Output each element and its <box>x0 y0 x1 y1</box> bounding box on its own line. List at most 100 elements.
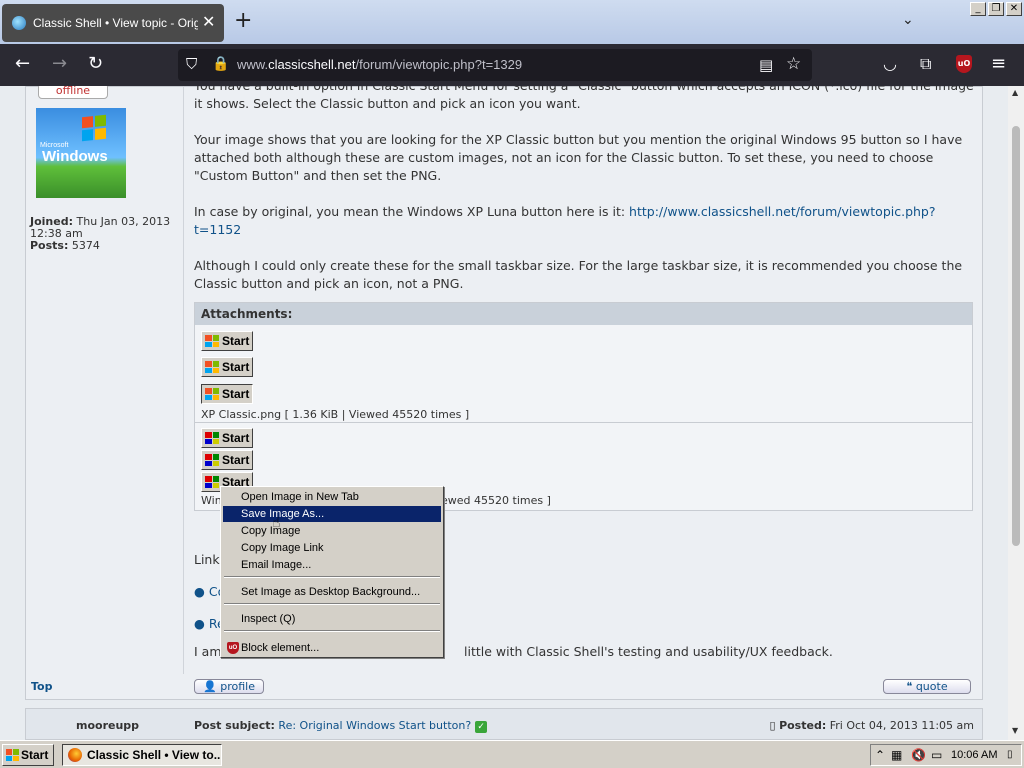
post-paragraph: Although I could only create these for t… <box>194 258 963 291</box>
post-paragraph: Your image shows that you are looking fo… <box>194 132 963 183</box>
online-status-badge: offline <box>38 86 108 99</box>
forum-post: offline Microsoft Windows Joined: Thu Ja… <box>25 86 983 679</box>
bookmark-star-icon[interactable]: ☆ <box>786 54 801 74</box>
post-author-column: offline Microsoft Windows Joined: Thu Ja… <box>26 86 184 679</box>
post-icon: ▯ <box>769 719 776 732</box>
browser-title-bar: Classic Shell • View topic - Original Wi… <box>0 0 1024 44</box>
menu-set-desktop-background[interactable]: Set Image as Desktop Background... <box>223 584 441 600</box>
menu-copy-image-link[interactable]: Copy Image Link <box>223 540 441 556</box>
tab-title: Classic Shell • View topic - Original Wi… <box>33 16 198 30</box>
menu-save-image-as[interactable]: Save Image As... <box>223 506 441 522</box>
quote-icon: ❝ <box>906 680 913 693</box>
next-post-subject-link[interactable]: Re: Original Windows Start button? <box>278 719 471 732</box>
menu-email-image[interactable]: Email Image... <box>223 557 441 573</box>
browser-nav-bar: ← → ↻ ⛉ 🔒 www.classicshell.net/forum/vie… <box>0 44 1024 86</box>
next-post-date: ▯ Posted: Fri Oct 04, 2013 11:05 am <box>769 719 975 732</box>
reader-view-icon[interactable]: ▤ <box>759 55 773 75</box>
lock-icon[interactable]: 🔒 <box>212 54 229 74</box>
windows-95-flag-icon <box>205 476 219 488</box>
avatar: Microsoft Windows <box>36 108 126 198</box>
author-info: Joined: Thu Jan 03, 2013 12:38 am Posts:… <box>30 216 180 252</box>
post-footer: Top 👤 profile ❝ quote <box>25 674 983 700</box>
post-paragraph: In case by original, you mean the Window… <box>194 204 936 237</box>
page-scrollbar[interactable]: ▲ ▼ <box>1008 86 1024 740</box>
menu-block-element[interactable]: uO Block element... <box>223 640 441 656</box>
windows-95-flag-icon <box>205 454 219 466</box>
site-favicon-icon <box>12 16 26 30</box>
new-tab-button[interactable]: + <box>234 8 252 33</box>
attachment-caption-end: ewed 45520 times ] <box>441 494 551 507</box>
ublock-icon: uO <box>227 642 239 654</box>
menu-copy-image[interactable]: Copy Image <box>223 523 441 539</box>
tray-expand-icon[interactable]: ⌃ <box>875 748 885 762</box>
profile-button[interactable]: 👤 profile <box>194 679 264 694</box>
top-link[interactable]: Top <box>31 680 52 693</box>
ublock-icon[interactable]: uO <box>956 55 972 73</box>
system-tray: ⌃ ▦ 🔇 ▭ 10:06 AM ▯ <box>870 744 1022 766</box>
start-button[interactable]: Start <box>2 744 54 766</box>
menu-open-image-new-tab[interactable]: Open Image in New Tab <box>223 489 441 505</box>
browser-tab[interactable]: Classic Shell • View topic - Original Wi… <box>2 4 224 42</box>
menu-inspect[interactable]: Inspect (Q) <box>223 611 441 627</box>
menu-separator <box>224 576 440 578</box>
scroll-up-icon[interactable]: ▲ <box>1012 88 1018 97</box>
posts-value: 5374 <box>71 239 100 252</box>
windows-flag-icon <box>6 749 19 761</box>
clock[interactable]: 10:06 AM <box>951 745 997 765</box>
tab-list-chevron-icon[interactable]: ⌄ <box>902 12 914 28</box>
forward-arrow-icon[interactable]: → <box>52 54 67 74</box>
network-icon[interactable]: ▦ <box>891 748 902 762</box>
pocket-icon[interactable]: ◡ <box>883 54 897 74</box>
restore-button[interactable]: ❐ <box>988 2 1004 16</box>
attachments-box: Attachments: Start Start Start XP Classi… <box>194 302 973 511</box>
next-post-subject: Post subject: Re: Original Windows Start… <box>194 719 488 733</box>
posts-label: Posts: <box>30 239 69 252</box>
quote-button[interactable]: ❝ quote <box>883 679 971 694</box>
solved-check-icon: ✓ <box>475 721 488 733</box>
notification-icon[interactable]: ▯ <box>1007 748 1013 762</box>
minimize-button[interactable]: _ <box>970 2 986 16</box>
start-button-image[interactable]: Start <box>201 384 253 404</box>
taskbar: Start Classic Shell • View to... ⌃ ▦ 🔇 ▭… <box>0 740 1024 768</box>
window-controls: _ ❐ ✕ <box>970 2 1022 16</box>
profile-icon: 👤 <box>203 680 217 693</box>
mouse-cursor-icon: ☝ <box>272 515 281 531</box>
windows-flag-icon <box>205 361 219 373</box>
start-button-image[interactable]: Start <box>201 331 253 351</box>
attachments-header: Attachments: <box>195 303 972 325</box>
next-post-author[interactable]: mooreupp <box>76 719 139 732</box>
windows-flag-icon <box>205 388 219 400</box>
back-arrow-icon[interactable]: ← <box>15 54 30 74</box>
start-button-image[interactable]: Start <box>201 450 253 470</box>
close-window-button[interactable]: ✕ <box>1006 2 1022 16</box>
scrollbar-thumb[interactable] <box>1012 126 1020 546</box>
power-icon[interactable]: ▭ <box>931 748 942 762</box>
windows-flag-icon <box>82 114 106 142</box>
menu-separator <box>224 630 440 632</box>
menu-separator <box>224 603 440 605</box>
image-context-menu: Open Image in New Tab Save Image As... C… <box>220 486 444 658</box>
attachment-caption: XP Classic.png [ 1.36 KiB | Viewed 45520… <box>201 408 470 421</box>
taskbar-firefox-item[interactable]: Classic Shell • View to... <box>62 744 222 766</box>
firefox-icon <box>68 748 82 762</box>
next-post-header: mooreupp Post subject: Re: Original Wind… <box>25 708 983 740</box>
start-button-image[interactable]: Start <box>201 357 253 377</box>
hamburger-menu-icon[interactable]: ≡ <box>991 54 1006 74</box>
windows-flag-icon <box>205 335 219 347</box>
windows-95-flag-icon <box>205 432 219 444</box>
volume-muted-icon[interactable]: 🔇 <box>911 748 926 762</box>
tab-close-icon[interactable]: ✕ <box>202 12 215 32</box>
avatar-text: Windows <box>42 148 108 165</box>
url-text[interactable]: www.classicshell.net/forum/viewtopic.php… <box>237 57 522 72</box>
page-content: offline Microsoft Windows Joined: Thu Ja… <box>0 86 1008 740</box>
attachment-caption-start: Win <box>201 494 222 507</box>
post-body: You have a built-in option in Classic St… <box>194 86 974 311</box>
attachment-xp-classic: Start Start Start XP Classic.png [ 1.36 … <box>195 325 972 423</box>
tracking-shield-icon[interactable]: ⛉ <box>186 54 197 74</box>
post-paragraph: You have a built-in option in Classic St… <box>194 86 974 111</box>
url-bar[interactable]: ⛉ 🔒 www.classicshell.net/forum/viewtopic… <box>178 49 812 81</box>
scroll-down-icon[interactable]: ▼ <box>1012 726 1018 735</box>
reload-icon[interactable]: ↻ <box>88 54 103 74</box>
start-button-image[interactable]: Start <box>201 428 253 448</box>
extensions-icon[interactable]: ⧉ <box>920 54 931 74</box>
